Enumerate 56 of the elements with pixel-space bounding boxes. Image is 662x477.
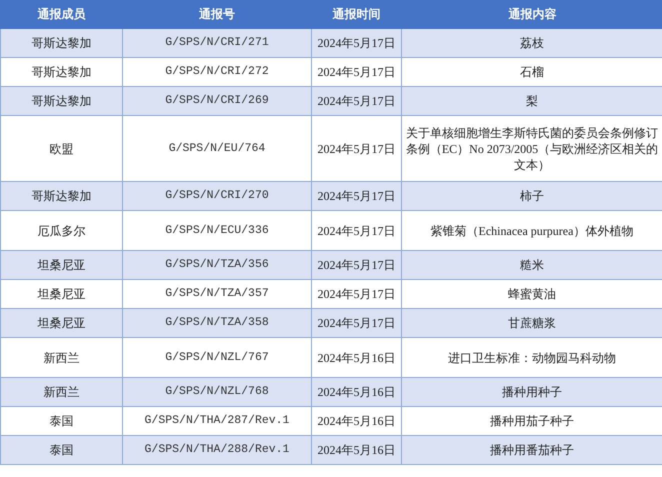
table-cell: 哥斯达黎加 (0, 58, 122, 86)
table-cell: 泰国 (0, 406, 122, 436)
table-cell: G/SPS/N/THA/287/Rev.1 (122, 406, 312, 436)
table-cell: 2024年5月16日 (312, 406, 402, 436)
table-cell: 哥斯达黎加 (0, 86, 122, 116)
table-cell: G/SPS/N/EU/764 (122, 116, 312, 182)
table-cell: 哥斯达黎加 (0, 182, 122, 210)
table-cell: 荔枝 (402, 29, 662, 58)
table-cell: G/SPS/N/CRI/269 (122, 86, 312, 116)
table-cell: 紫锥菊（Echinacea purpurea）体外植物 (402, 210, 662, 250)
table-cell: 石榴 (402, 58, 662, 86)
table-cell: 泰国 (0, 436, 122, 464)
table-cell: 播种用茄子种子 (402, 406, 662, 436)
table-cell: 2024年5月17日 (312, 280, 402, 308)
table-cell: 柿子 (402, 182, 662, 210)
table-cell: 2024年5月17日 (312, 182, 402, 210)
table-cell: 梨 (402, 86, 662, 116)
table-cell: 关于单核细胞增生李斯特氏菌的委员会条例修订条例（EC）No 2073/2005（与欧洲经济区相关的文本） (402, 116, 662, 182)
column-header: 通报成员 (0, 0, 122, 29)
table-cell: G/SPS/N/NZL/767 (122, 338, 312, 378)
table-cell: G/SPS/N/TZA/356 (122, 250, 312, 280)
table-cell: 新西兰 (0, 378, 122, 406)
column-header: 通报号 (122, 0, 312, 29)
table-cell: 播种用种子 (402, 378, 662, 406)
table-cell: 2024年5月16日 (312, 378, 402, 406)
table-cell: 甘蔗糖浆 (402, 308, 662, 338)
column-header: 通报时间 (312, 0, 402, 29)
table-cell: 进口卫生标准：动物园马科动物 (402, 338, 662, 378)
table-cell: 厄瓜多尔 (0, 210, 122, 250)
table-cell: 2024年5月17日 (312, 29, 402, 58)
table-cell: 2024年5月17日 (312, 308, 402, 338)
table-cell: G/SPS/N/ECU/336 (122, 210, 312, 250)
table-cell: G/SPS/N/TZA/358 (122, 308, 312, 338)
table-cell: 播种用番茄种子 (402, 436, 662, 464)
table-cell: 坦桑尼亚 (0, 308, 122, 338)
table-cell: G/SPS/N/TZA/357 (122, 280, 312, 308)
table-cell: 新西兰 (0, 338, 122, 378)
table-cell: 2024年5月17日 (312, 116, 402, 182)
table-cell: 2024年5月17日 (312, 86, 402, 116)
table-cell: 2024年5月16日 (312, 338, 402, 378)
table-cell: G/SPS/N/CRI/271 (122, 29, 312, 58)
table-cell: G/SPS/N/CRI/272 (122, 58, 312, 86)
table-cell: G/SPS/N/NZL/768 (122, 378, 312, 406)
table-cell: 糙米 (402, 250, 662, 280)
table-cell: 2024年5月17日 (312, 210, 402, 250)
table-cell: 2024年5月17日 (312, 250, 402, 280)
column-header: 通报内容 (402, 0, 662, 29)
table-cell: 2024年5月16日 (312, 436, 402, 464)
table-cell: 2024年5月17日 (312, 58, 402, 86)
table-cell: 哥斯达黎加 (0, 29, 122, 58)
table-cell: 坦桑尼亚 (0, 250, 122, 280)
table-cell: G/SPS/N/CRI/270 (122, 182, 312, 210)
table-cell: G/SPS/N/THA/288/Rev.1 (122, 436, 312, 464)
table-cell: 欧盟 (0, 116, 122, 182)
table-cell: 坦桑尼亚 (0, 280, 122, 308)
table-cell: 蜂蜜黄油 (402, 280, 662, 308)
